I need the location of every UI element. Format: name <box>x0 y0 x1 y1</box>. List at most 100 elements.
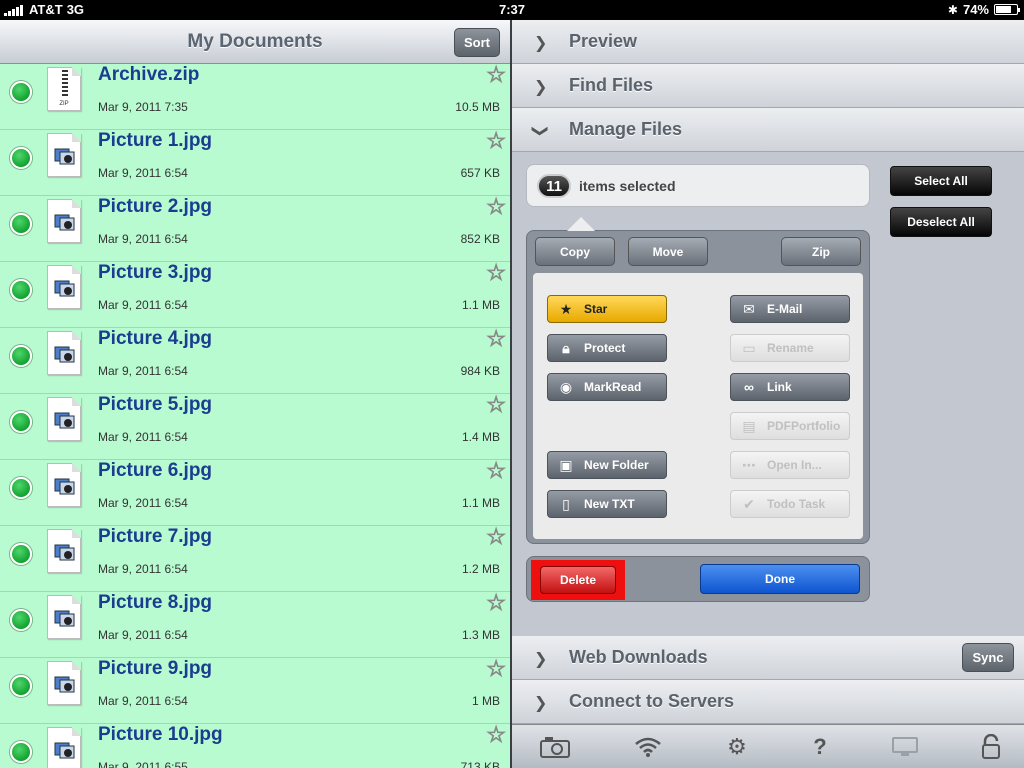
eye-icon: ◉ <box>559 378 573 395</box>
file-row[interactable]: Picture 8.jpg Mar 9, 2011 6:54 1.3 MB ☆ <box>0 591 510 658</box>
bottom-toolbar: ⚙ ? <box>512 724 1024 768</box>
file-name: Picture 4.jpg <box>98 328 213 349</box>
file-row[interactable]: Picture 7.jpg Mar 9, 2011 6:54 1.2 MB ☆ <box>0 525 510 592</box>
file-size: 1.2 MB <box>461 562 500 576</box>
status-dot[interactable] <box>10 213 32 235</box>
markread-label: MarkRead <box>584 380 642 394</box>
selection-text: items selected <box>579 178 676 194</box>
image-file-icon <box>47 727 81 768</box>
file-size: 1.4 MB <box>461 430 500 444</box>
image-file-icon <box>47 595 81 639</box>
todo-task-label: Todo Task <box>767 497 826 511</box>
deselect-all-button[interactable]: Deselect All <box>890 207 992 237</box>
file-row[interactable]: Picture 3.jpg Mar 9, 2011 6:54 1.1 MB ☆ <box>0 261 510 328</box>
star-outline-icon[interactable]: ☆ <box>486 657 507 680</box>
status-dot[interactable] <box>10 345 32 367</box>
file-row[interactable]: Picture 9.jpg Mar 9, 2011 6:54 1 MB ☆ <box>0 657 510 724</box>
image-glyph-icon <box>54 346 75 363</box>
todo-task-button[interactable]: ✔ Todo Task <box>730 490 850 518</box>
star-button[interactable]: ★ Star <box>547 295 667 323</box>
status-dot[interactable] <box>10 543 32 565</box>
file-date: Mar 9, 2011 6:54 <box>98 232 188 246</box>
image-file-icon <box>47 397 81 441</box>
markread-button[interactable]: ◉ MarkRead <box>547 373 667 401</box>
section-find-files[interactable]: ❯ Find Files <box>512 64 1024 108</box>
gear-icon[interactable]: ⚙ <box>722 733 752 761</box>
file-size: 10.5 MB <box>455 100 500 114</box>
envelope-icon: ✉ <box>743 300 755 317</box>
file-name: Picture 10.jpg <box>98 724 223 745</box>
pdfportfolio-button[interactable]: ▤ PDFPortfolio <box>730 412 850 440</box>
status-dot[interactable] <box>10 609 32 631</box>
new-txt-button[interactable]: ▯ New TXT <box>547 490 667 518</box>
manage-files-body: 11 items selected Select All Deselect Al… <box>512 152 1024 636</box>
rename-icon: ▭ <box>742 339 756 356</box>
file-date: Mar 9, 2011 6:54 <box>98 298 188 312</box>
monitor-icon[interactable] <box>890 733 920 761</box>
section-connect-servers[interactable]: ❯ Connect to Servers <box>512 680 1024 724</box>
status-dot[interactable] <box>10 411 32 433</box>
image-file-icon <box>47 661 81 705</box>
zip-button[interactable]: Zip <box>781 237 861 266</box>
sort-button[interactable]: Sort <box>454 28 500 57</box>
section-web-downloads[interactable]: ❯ Web Downloads Sync <box>512 636 1024 680</box>
star-outline-icon[interactable]: ☆ <box>486 525 507 548</box>
file-name: Picture 8.jpg <box>98 592 213 613</box>
bluetooth-icon: ✱ <box>947 2 958 17</box>
tools-panel: ❯ Preview ❯ Find Files ❯ Manage Files 11… <box>512 20 1024 768</box>
file-row[interactable]: Picture 1.jpg Mar 9, 2011 6:54 657 KB ☆ <box>0 129 510 196</box>
star-outline-icon[interactable]: ☆ <box>486 327 507 350</box>
chevron-right-icon: ❯ <box>534 79 548 96</box>
done-button[interactable]: Done <box>700 564 860 594</box>
protect-button[interactable]: 🔒︎ Protect <box>547 334 667 362</box>
select-all-button[interactable]: Select All <box>890 166 992 196</box>
delete-button[interactable]: Delete <box>531 560 625 600</box>
camera-icon[interactable] <box>540 733 570 761</box>
star-outline-icon[interactable]: ☆ <box>486 63 507 86</box>
section-manage-files[interactable]: ❯ Manage Files <box>512 108 1024 152</box>
file-row[interactable]: Picture 4.jpg Mar 9, 2011 6:54 984 KB ☆ <box>0 327 510 394</box>
star-outline-icon[interactable]: ☆ <box>486 393 507 416</box>
status-dot[interactable] <box>10 741 32 763</box>
help-icon[interactable]: ? <box>805 733 835 761</box>
status-dot[interactable] <box>10 279 32 301</box>
file-row[interactable]: Picture 6.jpg Mar 9, 2011 6:54 1.1 MB ☆ <box>0 459 510 526</box>
open-in-button[interactable]: ⋯ Open In... <box>730 451 850 479</box>
link-icon: ∞ <box>744 379 754 395</box>
link-button[interactable]: ∞ Link <box>730 373 850 401</box>
open-in-icon: ⋯ <box>742 456 756 473</box>
file-list: ZIP Archive.zip Mar 9, 2011 7:35 10.5 MB… <box>0 63 510 768</box>
copy-button[interactable]: Copy <box>535 237 615 266</box>
status-dot[interactable] <box>10 477 32 499</box>
section-preview[interactable]: ❯ Preview <box>512 20 1024 64</box>
file-row[interactable]: Picture 10.jpg Mar 9, 2011 6:55 713 KB ☆ <box>0 723 510 768</box>
status-dot[interactable] <box>10 81 32 103</box>
star-outline-icon[interactable]: ☆ <box>486 723 507 746</box>
file-name: Picture 1.jpg <box>98 130 213 151</box>
status-dot[interactable] <box>10 675 32 697</box>
star-outline-icon[interactable]: ☆ <box>486 591 507 614</box>
lock-icon[interactable] <box>976 733 1006 761</box>
rename-button[interactable]: ▭ Rename <box>730 334 850 362</box>
move-button[interactable]: Move <box>628 237 708 266</box>
new-folder-button[interactable]: ▣ New Folder <box>547 451 667 479</box>
checkmark-icon: ✔ <box>743 495 755 512</box>
file-row[interactable]: Picture 2.jpg Mar 9, 2011 6:54 852 KB ☆ <box>0 195 510 262</box>
image-glyph-icon <box>54 544 75 561</box>
chevron-right-icon: ❯ <box>534 695 548 712</box>
star-outline-icon[interactable]: ☆ <box>486 459 507 482</box>
sync-button[interactable]: Sync <box>962 643 1014 672</box>
email-button[interactable]: ✉ E-Mail <box>730 295 850 323</box>
wifi-icon[interactable] <box>633 733 663 761</box>
status-dot[interactable] <box>10 147 32 169</box>
status-right: ✱ 74% <box>947 2 1020 17</box>
star-outline-icon[interactable]: ☆ <box>486 195 507 218</box>
link-label: Link <box>767 380 792 394</box>
file-row[interactable]: ZIP Archive.zip Mar 9, 2011 7:35 10.5 MB… <box>0 63 510 130</box>
file-name: Archive.zip <box>98 64 200 85</box>
star-outline-icon[interactable]: ☆ <box>486 261 507 284</box>
pdfportfolio-label: PDFPortfolio <box>767 419 841 433</box>
file-row[interactable]: Picture 5.jpg Mar 9, 2011 6:54 1.4 MB ☆ <box>0 393 510 460</box>
documents-panel: My Documents Sort ZIP Archive.zip Mar 9,… <box>0 20 510 768</box>
star-outline-icon[interactable]: ☆ <box>486 129 507 152</box>
